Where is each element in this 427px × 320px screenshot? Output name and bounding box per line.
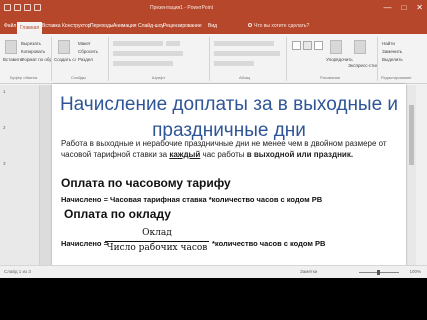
intro-middle: час работы (200, 149, 247, 159)
font-color-buttons[interactable] (113, 61, 173, 66)
new-slide-button[interactable]: Создать слайд (54, 57, 76, 62)
powerpoint-window: Презентация1 - PowerPoint — □ ✕ Файл Гла… (0, 0, 427, 278)
cut-button[interactable]: Вырезать (21, 41, 41, 46)
tab-review[interactable]: Рецензирование (163, 23, 202, 29)
tab-slideshow[interactable]: Слайд-шоу (138, 23, 164, 29)
fraction-numerator: Оклад (142, 228, 172, 238)
align-buttons[interactable] (214, 51, 280, 56)
shape-icon[interactable] (303, 41, 312, 50)
redo-icon[interactable] (24, 4, 31, 11)
drawing-group: Упорядочить Экспресс-стили Рисование (288, 37, 378, 81)
font-group-label: Шрифт (152, 75, 166, 80)
tab-animations[interactable]: Анимация (113, 23, 136, 29)
intro-bold: в выходной или праздник. (246, 149, 354, 159)
arrange-button[interactable]: Упорядочить (326, 57, 353, 62)
intro-emphasis: каждый (169, 149, 201, 159)
vertical-scrollbar[interactable] (407, 85, 416, 265)
tab-insert[interactable]: Вставка (42, 23, 61, 29)
ribbon-tabs: Файл Главная Вставка Конструктор Переход… (0, 20, 427, 34)
slide[interactable]: Начисление доплаты за в выходные и празд… (52, 84, 406, 270)
lightbulb-icon (248, 23, 252, 27)
text-direction-buttons[interactable] (214, 61, 254, 66)
formula-salary-tail[interactable]: *количество часов с кодом РВ (212, 239, 325, 248)
fraction-denominator: Число рабочих часов (106, 243, 208, 253)
maximize-button[interactable]: □ (401, 4, 406, 12)
save-icon[interactable] (4, 4, 11, 11)
formula-salary-label[interactable]: Начислено = (61, 239, 108, 248)
slide-intro-text[interactable]: Работа в выходные и нерабочие праздничны… (61, 139, 399, 160)
slide-counter: Слайд 1 из 3 (4, 269, 31, 274)
reset-button[interactable]: Сбросить (78, 49, 98, 54)
font-family-select[interactable] (113, 41, 163, 46)
clipboard-group: Вставить Вырезать Копировать Формат по о… (2, 37, 52, 81)
copy-button[interactable]: Копировать (21, 49, 45, 54)
tell-me-text: Что вы хотите сделать? (254, 23, 310, 29)
window-edge (416, 85, 427, 265)
section-button[interactable]: Раздел (78, 57, 93, 62)
tab-design[interactable]: Конструктор (62, 23, 91, 29)
clipboard-group-label: Буфер обмена (10, 75, 38, 80)
slides-group: Создать слайд Макет Сбросить Раздел Слай… (53, 37, 109, 81)
font-style-buttons[interactable] (113, 51, 183, 56)
heading-hourly[interactable]: Оплата по часовому тарифу (61, 176, 231, 190)
fraction-line (105, 241, 209, 242)
replace-button[interactable]: Заменить (382, 49, 402, 54)
tab-home[interactable]: Главная (17, 22, 43, 34)
arrange-icon[interactable] (330, 40, 342, 54)
tab-transitions[interactable]: Переходы (90, 23, 113, 29)
zoom-knob[interactable] (377, 270, 380, 275)
status-bar: Слайд 1 из 3 Заметки 100% (0, 265, 427, 278)
quick-access-toolbar (4, 4, 41, 11)
editing-group: Найти Заменить Выделить Редактирование (379, 37, 425, 81)
slides-group-label: Слайды (71, 75, 86, 80)
zoom-level[interactable]: 100% (409, 269, 421, 274)
thumbnail-number[interactable]: 3 (3, 161, 6, 166)
new-slide-icon[interactable] (58, 40, 70, 54)
tab-file[interactable]: Файл (4, 23, 16, 29)
slide-title[interactable]: Начисление доплаты за в выходные и празд… (52, 92, 406, 144)
paragraph-group: Абзац (211, 37, 287, 81)
minimize-button[interactable]: — (383, 4, 391, 12)
window-title: Презентация1 - PowerPoint (150, 5, 213, 11)
layout-button[interactable]: Макет (78, 41, 91, 46)
paste-button[interactable]: Вставить (3, 57, 22, 62)
tab-view[interactable]: Вид (208, 23, 217, 29)
notes-button[interactable]: Заметки (300, 269, 317, 274)
ribbon: Вставить Вырезать Копировать Формат по о… (0, 34, 427, 84)
undo-icon[interactable] (14, 4, 21, 11)
title-bar: Презентация1 - PowerPoint — □ ✕ (0, 0, 427, 20)
paragraph-group-label: Абзац (239, 75, 251, 80)
font-group: Шрифт (110, 37, 210, 81)
find-button[interactable]: Найти (382, 41, 395, 46)
thumbnail-number[interactable]: 1 (3, 89, 6, 94)
window-controls: — □ ✕ (383, 4, 423, 12)
format-painter-button[interactable]: Формат по образцу (21, 57, 51, 62)
editing-group-label: Редактирование (381, 75, 412, 80)
quick-styles-icon[interactable] (354, 40, 366, 54)
zoom-slider[interactable] (359, 270, 399, 275)
formula-hourly[interactable]: Начислено = Часовая тарифная ставка *кол… (61, 195, 322, 204)
list-buttons[interactable] (214, 41, 274, 46)
start-slideshow-icon[interactable] (34, 4, 41, 11)
scrollbar-thumb[interactable] (409, 105, 414, 165)
close-button[interactable]: ✕ (416, 4, 423, 12)
shape-icon[interactable] (314, 41, 323, 50)
paste-icon[interactable] (5, 40, 17, 54)
quick-styles-button[interactable]: Экспресс-стили (348, 63, 377, 68)
heading-salary[interactable]: Оплата по окладу (64, 207, 171, 221)
tell-me-box[interactable]: Что вы хотите сделать? (248, 23, 309, 29)
slide-thumbnail-pane: 1 2 3 (0, 85, 40, 265)
drawing-group-label: Рисование (320, 75, 341, 80)
thumbnail-number[interactable]: 2 (3, 125, 6, 130)
shapes-gallery[interactable] (292, 41, 301, 50)
select-button[interactable]: Выделить (382, 57, 403, 62)
font-size-select[interactable] (166, 41, 180, 46)
